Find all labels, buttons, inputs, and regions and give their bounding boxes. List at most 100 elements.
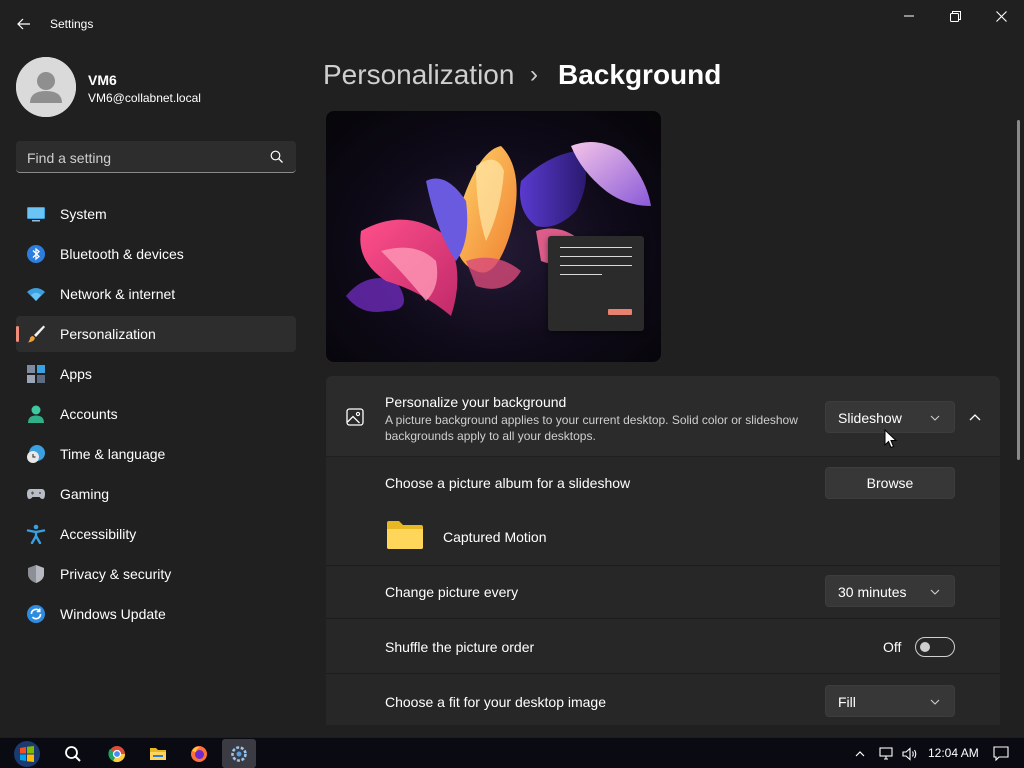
sidebar-item-network[interactable]: Network & internet <box>16 276 296 312</box>
sidebar-item-privacy-security[interactable]: Privacy & security <box>16 556 296 592</box>
sidebar-item-personalization[interactable]: Personalization <box>16 316 296 352</box>
breadcrumb-separator-icon: › <box>530 61 538 88</box>
sidebar-item-accounts[interactable]: Accounts <box>16 396 296 432</box>
album-name: Captured Motion <box>443 529 547 545</box>
sidebar-nav: System Bluetooth & devices Network & int… <box>16 196 296 636</box>
update-icon <box>27 605 45 623</box>
shield-icon <box>28 565 44 583</box>
system-icon <box>27 207 45 222</box>
clock-globe-icon <box>27 445 45 463</box>
fit-dropdown[interactable]: Fill <box>825 685 955 717</box>
fit-value: Fill <box>838 694 856 710</box>
scrollbar[interactable] <box>1017 120 1020 460</box>
collapse-button[interactable] <box>964 406 986 428</box>
restore-button[interactable] <box>932 4 978 28</box>
sidebar-item-label: Network & internet <box>60 286 176 302</box>
file-explorer-icon <box>150 747 166 760</box>
interval-dropdown[interactable]: 30 minutes <box>825 575 955 607</box>
title-bar: Settings <box>0 0 1024 48</box>
sidebar-item-label: Apps <box>60 366 92 382</box>
brush-icon <box>28 325 45 343</box>
user-email: VM6@collabnet.local <box>88 91 201 105</box>
minimize-button[interactable] <box>886 4 932 28</box>
personalize-background-description: A picture background applies to your cur… <box>385 413 798 443</box>
network-icon <box>879 746 893 760</box>
avatar[interactable] <box>16 57 76 117</box>
fit-label: Choose a fit for your desktop image <box>385 694 607 710</box>
shuffle-label: Shuffle the picture order <box>385 639 535 655</box>
taskbar-firefox-button[interactable] <box>182 739 216 768</box>
mouse-cursor-icon <box>884 429 898 449</box>
sidebar-item-label: Accessibility <box>60 526 137 542</box>
sidebar-item-bluetooth[interactable]: Bluetooth & devices <box>16 236 296 272</box>
sidebar-item-label: Time & language <box>60 446 166 462</box>
wifi-icon <box>27 288 45 301</box>
preview-window-mockup <box>548 236 644 331</box>
sidebar-item-label: Personalization <box>60 326 156 342</box>
notifications-button[interactable] <box>990 739 1012 768</box>
page-title: Background <box>558 59 722 90</box>
accounts-icon <box>28 405 44 423</box>
album-label: Choose a picture album for a slideshow <box>385 475 631 491</box>
divider <box>326 618 1000 619</box>
shuffle-state: Off <box>883 639 902 655</box>
picture-icon <box>346 408 364 426</box>
volume-icon <box>902 746 917 761</box>
show-hidden-icons-button[interactable] <box>850 739 870 768</box>
background-preview <box>326 111 661 362</box>
background-type-value: Slideshow <box>838 410 902 426</box>
sidebar-item-accessibility[interactable]: Accessibility <box>16 516 296 552</box>
divider <box>326 673 1000 674</box>
user-avatar-icon <box>16 57 76 117</box>
toggle-knob <box>920 642 930 652</box>
sidebar-item-time-language[interactable]: Time & language <box>16 436 296 472</box>
divider <box>326 565 1000 566</box>
volume-tray-button[interactable] <box>899 739 921 768</box>
chrome-icon <box>108 745 126 762</box>
taskbar-file-explorer-button[interactable] <box>141 739 175 768</box>
interval-value: 30 minutes <box>838 584 907 600</box>
sidebar-item-system[interactable]: System <box>16 196 296 232</box>
accessibility-icon <box>26 524 46 544</box>
breadcrumb-parent-link[interactable]: Personalization <box>323 59 514 91</box>
sidebar-item-label: Gaming <box>60 486 110 502</box>
gamepad-icon <box>27 489 45 499</box>
taskbar-search-button[interactable] <box>56 739 90 768</box>
sidebar-item-label: Bluetooth & devices <box>60 246 184 262</box>
taskbar-chrome-button[interactable] <box>100 739 134 768</box>
chevron-up-icon <box>969 414 981 421</box>
close-button[interactable] <box>978 4 1024 28</box>
chevron-up-icon <box>855 751 865 757</box>
start-button[interactable] <box>9 739 45 768</box>
sidebar-item-label: Privacy & security <box>60 566 172 582</box>
clock[interactable]: 12:04 AM <box>928 746 979 760</box>
network-tray-button[interactable] <box>875 739 897 768</box>
chevron-down-icon <box>930 699 940 705</box>
app-title: Settings <box>50 17 94 31</box>
search-input[interactable]: Find a setting <box>16 141 296 173</box>
start-icon <box>14 740 40 767</box>
bluetooth-icon <box>27 245 45 263</box>
restore-icon <box>949 10 961 22</box>
browse-button[interactable]: Browse <box>825 467 955 499</box>
sidebar-item-label: Accounts <box>60 406 118 422</box>
personalize-background-title: Personalize your background <box>385 394 567 410</box>
close-icon <box>995 10 1007 22</box>
search-icon[interactable] <box>270 150 284 164</box>
shuffle-toggle[interactable] <box>915 637 955 657</box>
settings-icon <box>231 745 247 762</box>
apps-icon <box>27 365 45 383</box>
chevron-down-icon <box>930 589 940 595</box>
search-icon <box>65 745 81 762</box>
folder-icon <box>387 521 423 549</box>
back-arrow-icon <box>17 18 30 30</box>
search-placeholder: Find a setting <box>27 150 112 166</box>
minimize-icon <box>904 15 914 17</box>
sidebar-item-windows-update[interactable]: Windows Update <box>16 596 296 632</box>
taskbar: 12:04 AM <box>0 737 1024 768</box>
back-button[interactable] <box>10 10 38 38</box>
sidebar-item-gaming[interactable]: Gaming <box>16 476 296 512</box>
taskbar-settings-button[interactable] <box>222 739 256 768</box>
sidebar-item-apps[interactable]: Apps <box>16 356 296 392</box>
notification-icon <box>993 746 1009 761</box>
